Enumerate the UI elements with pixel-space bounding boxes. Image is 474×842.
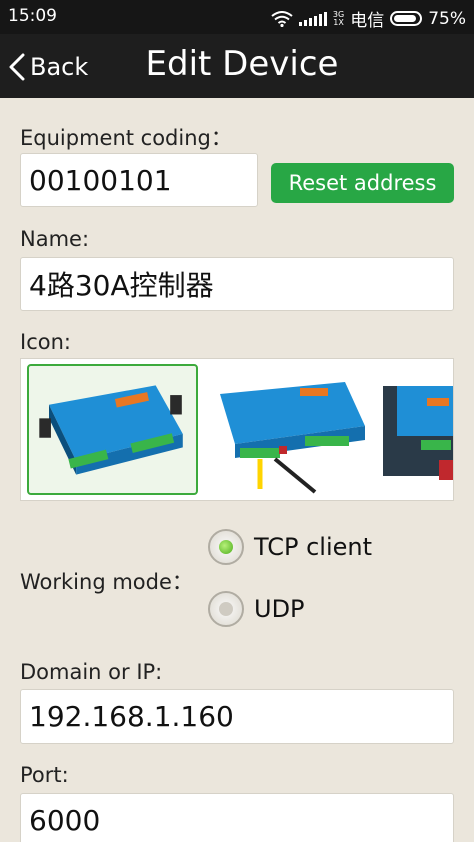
controller-board-icon-3[interactable] — [383, 364, 453, 495]
name-input[interactable]: 4路30A控制器 — [20, 257, 454, 311]
chevron-left-icon — [9, 53, 25, 81]
domain-value: 192.168.1.160 — [29, 700, 234, 733]
carrier-name: 电信 — [350, 11, 385, 31]
mode-option-tcp-client[interactable]: TCP client — [208, 529, 372, 565]
icon-picker[interactable] — [20, 358, 454, 501]
port-label: Port: — [20, 763, 69, 787]
name-value: 4路30A控制器 — [29, 269, 214, 302]
network-type: 3G 1X — [332, 9, 345, 27]
status-time: 15:09 — [8, 6, 57, 26]
equipment-coding-input[interactable]: 00100101 — [20, 153, 258, 207]
status-bar: 15:09 3G 1X 电信 75% — [0, 0, 474, 34]
controller-board-icon-2[interactable] — [205, 364, 376, 495]
battery-percent: 75% — [428, 8, 466, 29]
equipment-coding-label: Equipment coding： — [20, 126, 232, 150]
mode-option-label: TCP client — [254, 533, 373, 561]
port-input[interactable]: 6000 — [20, 793, 454, 842]
working-mode-label: Working mode： — [20, 570, 193, 594]
controller-board-icon-1[interactable] — [27, 364, 198, 495]
icon-label: Icon: — [20, 330, 71, 354]
back-label: Back — [30, 53, 89, 81]
mode-option-label: UDP — [254, 595, 305, 623]
reset-address-button[interactable]: Reset address — [271, 163, 454, 203]
domain-label: Domain or IP: — [20, 660, 163, 684]
domain-input[interactable]: 192.168.1.160 — [20, 689, 454, 744]
wifi-icon — [271, 10, 293, 27]
radio-selected-icon — [208, 529, 244, 565]
status-icons: 3G 1X 电信 75% — [271, 6, 466, 31]
back-button[interactable]: Back — [8, 48, 88, 86]
equipment-coding-value: 00100101 — [29, 163, 172, 197]
nav-bar: Edit Device Back — [0, 34, 474, 98]
mode-option-udp[interactable]: UDP — [208, 591, 305, 627]
radio-unselected-icon — [208, 591, 244, 627]
battery-icon — [390, 11, 423, 26]
name-label: Name: — [20, 227, 90, 251]
port-value: 6000 — [29, 804, 101, 837]
signal-icon — [298, 11, 327, 26]
